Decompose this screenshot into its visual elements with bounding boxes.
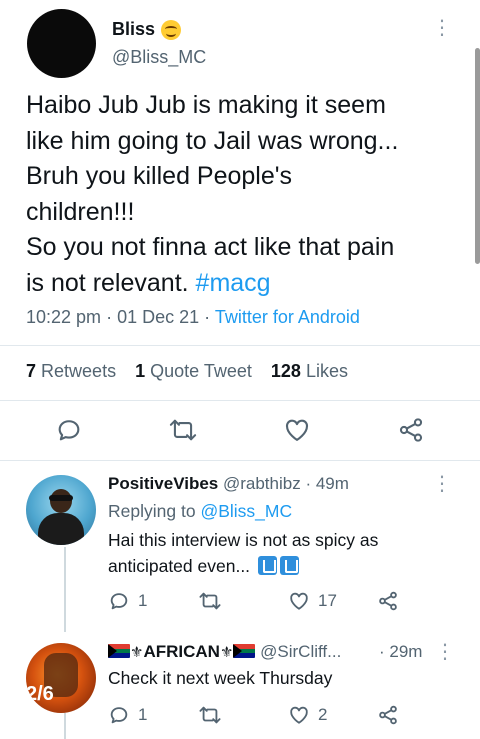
clapping-emoji [279,556,299,575]
tweet-text-line: like him going to Jail was wrong... [26,126,399,155]
tweet-text: Haibo Jub Jub is making it seem like him… [26,88,466,301]
south-africa-flag-icon [233,644,256,658]
reply-avatar[interactable] [26,475,96,545]
likes-label: Likes [305,361,348,381]
tweet-text-line: children!!! [26,197,135,226]
tweet-date: 01 Dec 21 [117,307,200,327]
south-africa-flag-icon [108,644,130,658]
like-count: 2 [318,705,328,724]
retweets-count: 7 [26,361,37,381]
share-button[interactable] [397,416,425,444]
reply-handle[interactable]: @SirCliff... [260,642,341,661]
author-display-name: Bliss [112,19,156,39]
tweet-text-last-line: is not relevant. #macg [26,266,466,302]
divider [0,345,480,346]
reply-handle[interactable]: @rabthibz [223,474,301,493]
hashtag-link[interactable]: #macg [196,269,271,297]
reply-text: Check it next week Thursday [108,668,333,688]
reply-time: · 29m [379,642,423,661]
engagement-stats: 7 Retweets 1 Quote Tweet 128 Likes [26,361,348,382]
quote-tweets-label: Quote Tweet [150,361,252,381]
like-button[interactable]: 2 [288,704,327,726]
tweet-time: 10:22 pm [26,307,102,327]
thread-line [64,547,66,632]
retweet-button[interactable] [198,704,222,726]
replying-to-label: Replying to [108,501,196,521]
tweet-text-line: So you not finna act like that pain [26,233,395,261]
fleur-icon: ⚜ [219,644,234,661]
divider [0,400,480,401]
reply-display-name[interactable]: AFRICAN [143,642,220,661]
share-icon [379,705,397,725]
scrollbar[interactable] [475,48,480,264]
reply-header: ⚜AFRICAN⚜ @SirCliff... [108,642,341,662]
share-icon [399,418,423,442]
heart-icon [290,706,308,724]
author-handle[interactable]: @Bliss_MC [112,47,206,68]
like-count: 17 [318,591,337,610]
quote-tweets-count: 1 [135,361,146,381]
reply-button[interactable]: 1 [108,704,147,726]
more-options-icon[interactable]: ⋮ [435,642,455,662]
divider [0,460,480,461]
retweet-icon [199,706,221,724]
author-avatar[interactable] [27,9,96,78]
avatar-badge-text: 2/6 [26,683,54,705]
retweet-icon [199,592,221,610]
tweet-text-line: Haibo Jub Jub is making it seem [26,91,386,119]
reply-avatar[interactable]: 2/6 [26,643,96,713]
tweet-source-link[interactable]: Twitter for Android [215,307,360,327]
reply-text-last-line: anticipated even... [108,553,438,579]
more-options-icon[interactable]: ⋮ [432,18,452,38]
retweets-stat[interactable]: 7 Retweets [26,361,116,381]
reply-count: 1 [138,591,148,610]
reply-text: Hai this interview is not as spicy as an… [108,527,438,579]
tweet-metadata: 10:22 pm · 01 Dec 21 · Twitter for Andro… [26,307,360,328]
reply-button[interactable]: 1 [108,590,147,612]
clapping-emoji [257,556,277,575]
heart-icon [286,419,308,441]
like-button[interactable]: 17 [288,590,337,612]
retweet-icon [169,419,197,441]
likes-stat[interactable]: 128 Likes [271,361,348,381]
author-name[interactable]: Bliss [112,19,182,40]
reply-time: · 49m [305,474,349,493]
quote-tweets-stat[interactable]: 1 Quote Tweet [135,361,252,381]
replying-to: Replying to @Bliss_MC [108,501,292,522]
reply-icon [58,420,80,441]
thread-line [64,713,66,739]
retweet-button[interactable] [168,416,198,444]
tweet-text-line: is not relevant. [26,268,189,297]
reply-button[interactable] [55,416,83,444]
reply-text-line: anticipated even... [108,556,251,576]
reply-text-line: Hai this interview is not as spicy as [108,530,379,550]
share-icon [379,591,397,611]
share-button[interactable] [377,704,399,726]
reply-icon [110,593,128,610]
meta-separator: · [204,307,211,327]
mention-link[interactable]: @Bliss_MC [200,501,292,521]
heart-icon [290,592,308,610]
more-options-icon[interactable]: ⋮ [432,474,452,494]
reply-header: PositiveVibes @rabthibz · 49m [108,474,349,494]
reply-count: 1 [138,705,148,724]
fleur-icon: ⚜ [130,644,144,661]
tweet-text-line: Bruh you killed People's [26,162,293,190]
reply-display-name[interactable]: PositiveVibes [108,474,218,493]
reply-icon [110,707,128,724]
meta-separator: · [106,307,113,327]
retweets-label: Retweets [41,361,117,381]
share-button[interactable] [377,590,399,612]
retweet-button[interactable] [198,590,222,612]
smiling-face-emoji [161,19,182,40]
like-button[interactable] [283,416,311,444]
likes-count: 128 [270,361,301,381]
